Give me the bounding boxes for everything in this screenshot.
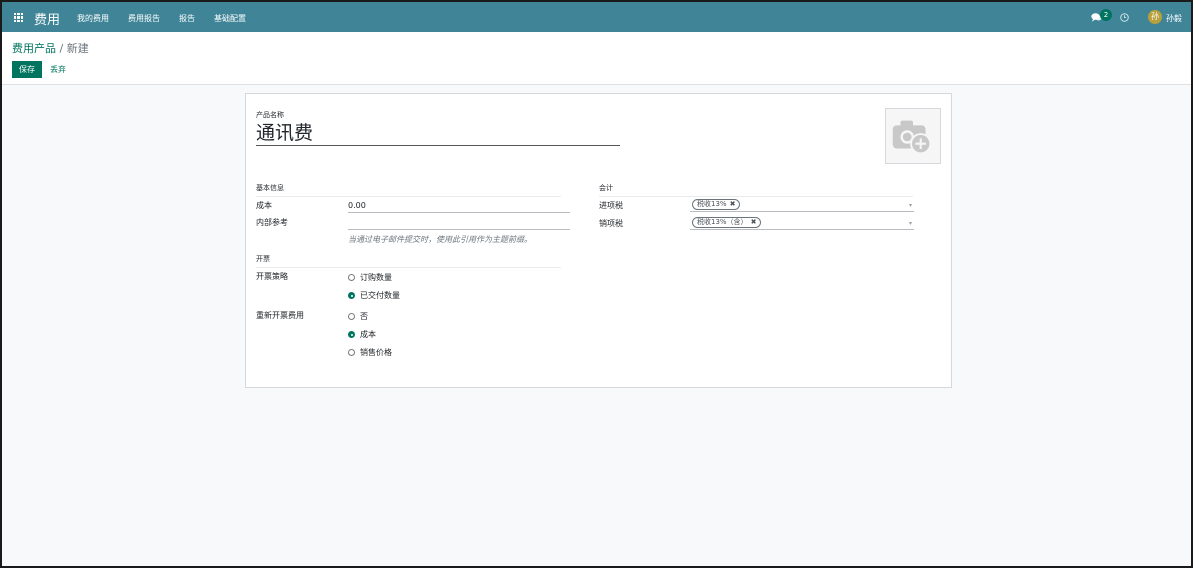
tag-label: 税收13% (697, 200, 727, 208)
clock-icon[interactable] (1120, 13, 1129, 22)
breadcrumb-separator: / (56, 42, 67, 55)
reinvoice-option-sales-price[interactable]: 销售价格 (348, 347, 392, 358)
sale-tax-field[interactable]: 税收13%（含） ✖ ▾ (690, 216, 914, 230)
product-image-field[interactable] (885, 108, 941, 164)
radio-checked[interactable] (348, 292, 355, 299)
caret-down-icon[interactable]: ▾ (909, 220, 912, 227)
section-basic-info: 基本信息 (256, 183, 561, 197)
tax-tag: 税收13% ✖ (692, 199, 741, 210)
breadcrumb: 费用产品 / 新建 (12, 40, 89, 56)
product-name-input[interactable]: 通讯费 (256, 121, 620, 146)
invoice-policy-option-delivered[interactable]: 已交付数量 (348, 290, 400, 301)
breadcrumb-current: 新建 (66, 42, 89, 55)
radio-label: 销售价格 (360, 348, 392, 357)
save-button[interactable]: 保存 (12, 61, 42, 78)
purchase-tax-field[interactable]: 税收13% ✖ ▾ (690, 198, 914, 212)
chat-count-badge: 2 (1100, 9, 1112, 21)
user-avatar[interactable]: 孙 (1148, 10, 1162, 24)
reinvoice-label: 重新开票费用 (256, 311, 304, 320)
reinvoice-option-cost[interactable]: 成本 (348, 329, 376, 340)
section-invoicing: 开票 (256, 254, 561, 268)
internal-ref-help: 当通过电子邮件提交时，使用此引用作为主题前缀。 (348, 235, 532, 244)
product-name-label: 产品名称 (256, 111, 284, 119)
form-sheet: 产品名称 通讯费 基本信息 成本 0.00 内部参考 当通过电子邮件提交时，使用… (245, 93, 952, 388)
radio-unchecked[interactable] (348, 274, 355, 281)
reinvoice-option-no[interactable]: 否 (348, 311, 368, 322)
cost-input[interactable]: 0.00 (348, 200, 570, 213)
cost-label: 成本 (256, 201, 272, 210)
user-name[interactable]: 孙毅 (1166, 13, 1182, 24)
menu-my-expenses[interactable]: 我的费用 (77, 13, 109, 24)
radio-label: 成本 (360, 330, 376, 339)
radio-unchecked[interactable] (348, 349, 355, 356)
purchase-tax-label: 进项税 (599, 201, 623, 210)
app-title: 费用 (34, 13, 61, 28)
radio-label: 已交付数量 (360, 291, 400, 300)
close-icon[interactable]: ✖ (730, 200, 736, 209)
menu-reporting[interactable]: 报告 (179, 13, 195, 24)
breadcrumb-parent[interactable]: 费用产品 (12, 42, 56, 55)
invoice-policy-option-ordered[interactable]: 订购数量 (348, 272, 392, 283)
menu-configuration[interactable]: 基础配置 (214, 13, 246, 24)
apps-grid-icon[interactable] (14, 13, 24, 23)
invoice-policy-label: 开票策略 (256, 272, 288, 281)
close-icon[interactable]: ✖ (751, 218, 757, 227)
camera-plus-icon (892, 120, 932, 155)
control-panel: 费用产品 / 新建 保存 丢弃 (2, 32, 1191, 85)
app-window: 费用 我的费用 费用报告 报告 基础配置 2 孙 孙毅 费用产品 / 新建 保存… (0, 0, 1193, 568)
main-menu: 我的费用 费用报告 报告 基础配置 (77, 13, 265, 24)
internal-ref-label: 内部参考 (256, 218, 288, 227)
sale-tax-label: 销项税 (599, 219, 623, 228)
internal-ref-input[interactable] (348, 217, 570, 230)
menu-expense-reports[interactable]: 费用报告 (128, 13, 160, 24)
tax-tag: 税收13%（含） ✖ (692, 217, 762, 228)
radio-label: 订购数量 (360, 273, 392, 282)
tag-label: 税收13%（含） (697, 218, 748, 226)
radio-checked[interactable] (348, 331, 355, 338)
radio-label: 否 (360, 312, 368, 321)
discard-button[interactable]: 丢弃 (50, 61, 66, 78)
caret-down-icon[interactable]: ▾ (909, 202, 912, 209)
radio-unchecked[interactable] (348, 313, 355, 320)
top-navbar: 费用 我的费用 费用报告 报告 基础配置 2 孙 孙毅 (2, 2, 1191, 32)
section-accounting: 会计 (599, 183, 913, 197)
